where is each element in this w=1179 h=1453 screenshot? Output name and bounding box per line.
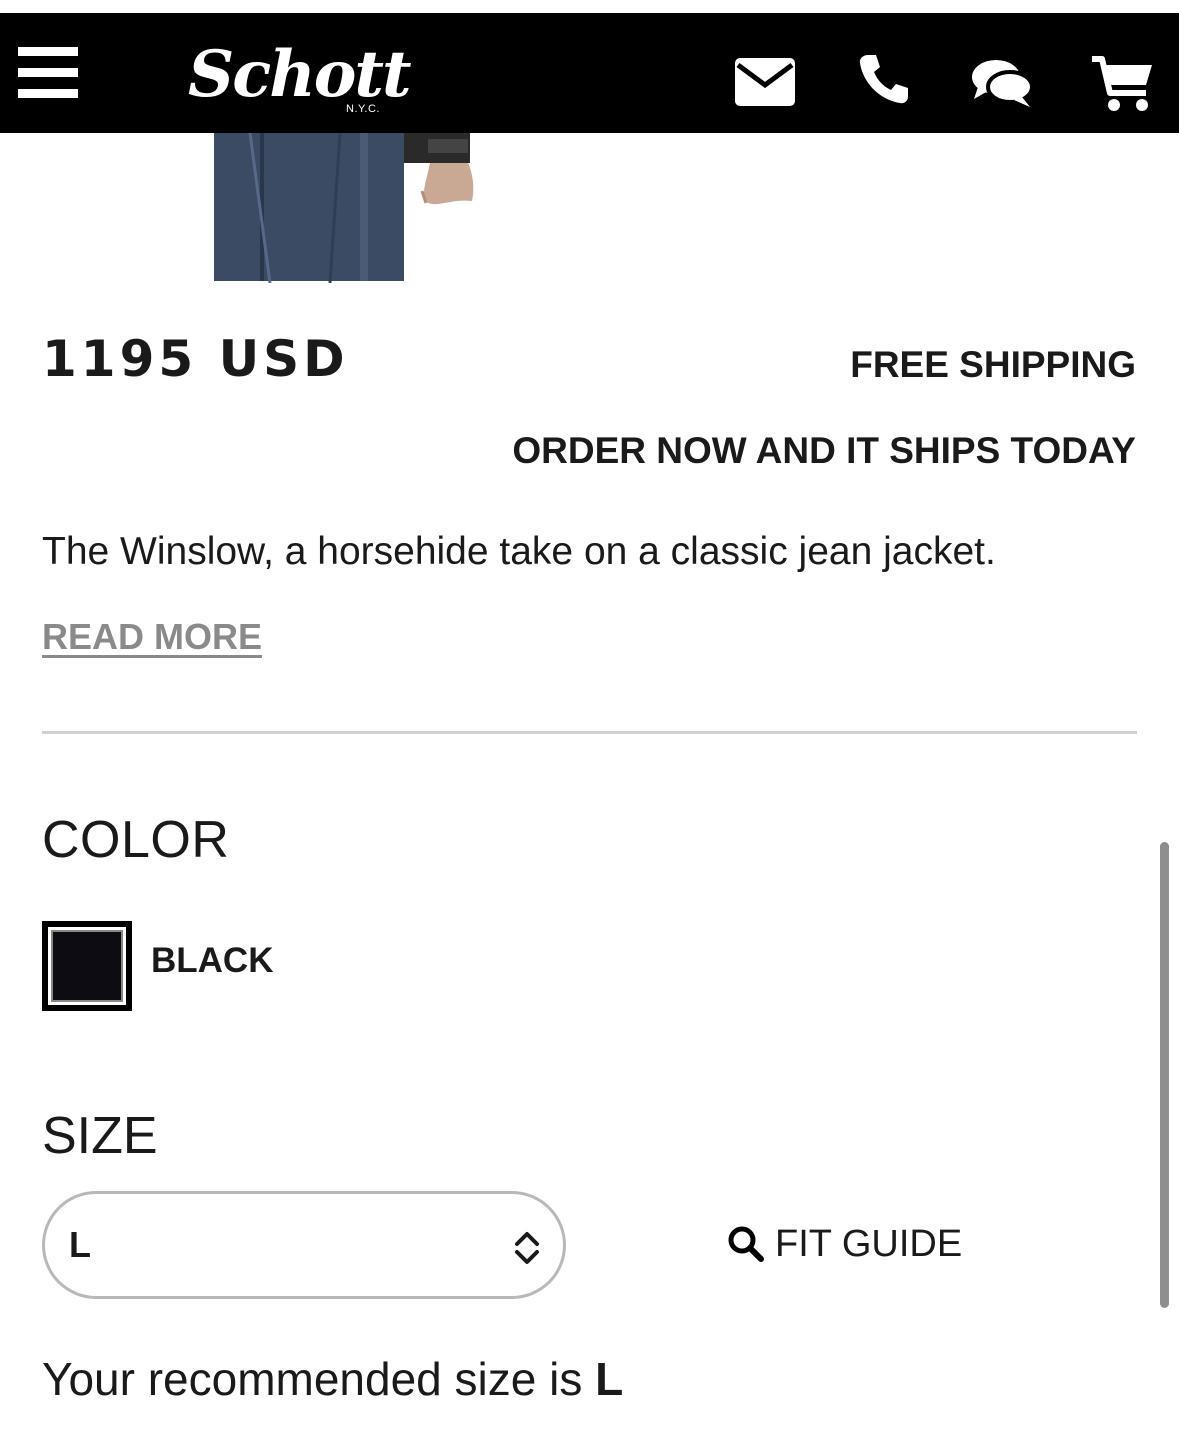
size-recommendation-value: L xyxy=(595,1353,624,1405)
shopping-cart-icon[interactable] xyxy=(1090,55,1154,115)
product-price: 1195 USD xyxy=(42,330,349,388)
chat-icon[interactable] xyxy=(970,57,1034,117)
product-description: The Winslow, a horsehide take on a class… xyxy=(42,530,996,573)
size-recommendation: Your recommended size is L xyxy=(42,1352,623,1406)
brand-logo-subtext: N.Y.C. xyxy=(346,103,380,115)
product-image xyxy=(190,133,490,283)
phone-icon[interactable] xyxy=(858,53,910,113)
size-recommendation-text: Your recommended size is xyxy=(42,1353,583,1405)
brand-logo[interactable]: Schott N.Y.C. xyxy=(188,35,412,121)
free-shipping-label: FREE SHIPPING xyxy=(850,344,1136,385)
page-scrollbar[interactable] xyxy=(1160,842,1169,1308)
mail-icon[interactable] xyxy=(734,57,796,117)
color-swatch-black[interactable] xyxy=(42,921,132,1011)
chevron-up-down-icon xyxy=(513,1230,541,1266)
size-heading: SIZE xyxy=(42,1107,158,1165)
size-select-value: L xyxy=(69,1224,91,1265)
top-navigation-bar: Schott N.Y.C. xyxy=(0,13,1179,133)
fit-guide-label: FIT GUIDE xyxy=(775,1222,963,1265)
search-icon xyxy=(728,1226,764,1262)
color-heading: COLOR xyxy=(42,811,230,869)
hamburger-menu-icon[interactable] xyxy=(18,47,78,99)
ships-today-label: ORDER NOW AND IT SHIPS TODAY xyxy=(512,430,1136,471)
fit-guide-link[interactable]: FIT GUIDE xyxy=(727,1222,962,1266)
selected-color-name: BLACK xyxy=(151,941,274,980)
read-more-link[interactable]: READ MORE xyxy=(42,616,262,658)
size-select[interactable]: L xyxy=(42,1191,566,1299)
section-divider xyxy=(42,731,1137,734)
color-swatch-fill xyxy=(51,930,123,1002)
product-page: Schott N.Y.C. 1195 USD FREE SHIPPING ORD… xyxy=(0,0,1179,1453)
